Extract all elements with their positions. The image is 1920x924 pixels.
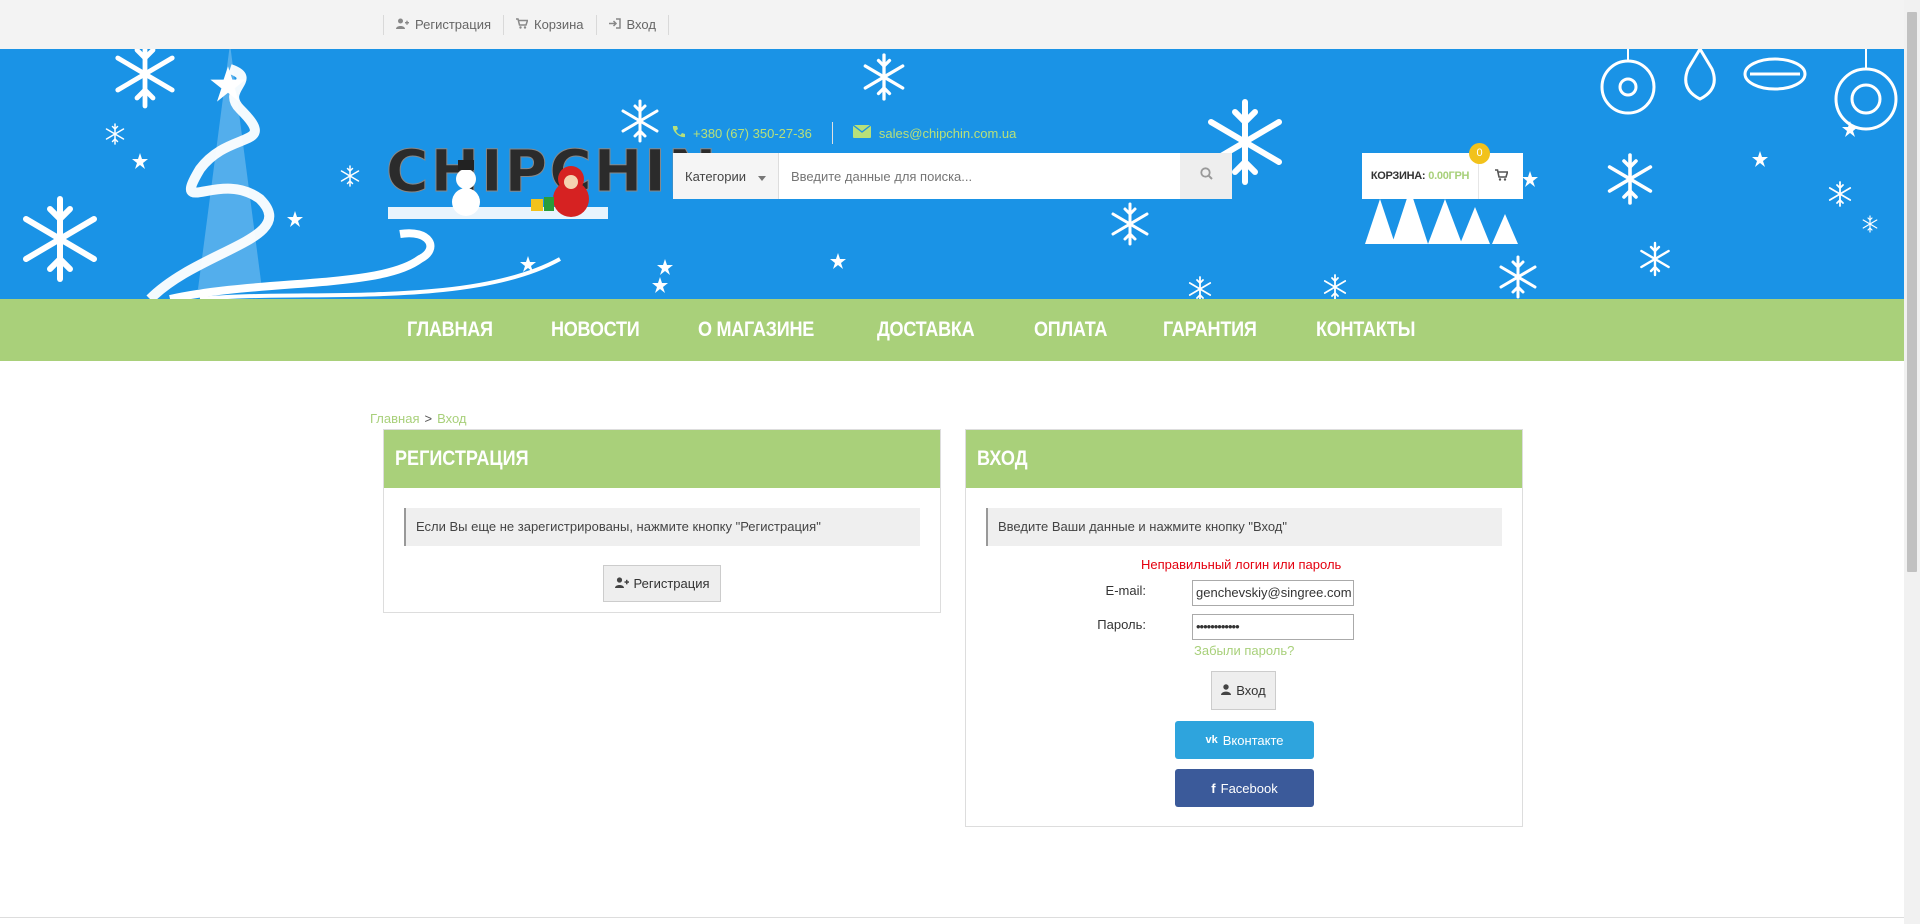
header-cart[interactable]: КОРЗИНА: 0.00ГРН 0 [1362,143,1523,199]
cart-total: 0.00ГРН [1428,170,1470,182]
search-button[interactable] [1180,153,1232,199]
user-icon [1221,683,1232,698]
user-plus-icon [614,576,629,591]
breadcrumb-separator: > [424,411,433,426]
email-label: E-mail: [1105,583,1146,598]
email-address: sales@chipchin.com.ua [878,125,1017,141]
breadcrumb: Главная > Вход [370,411,467,426]
user-plus-icon [396,15,409,35]
top-register-label: Регистрация [415,17,491,32]
login-note: Введите Ваши данные и нажмите кнопку "Вх… [986,508,1502,546]
register-panel-header: РЕГИСТРАЦИЯ [384,430,940,488]
contacts-divider [831,122,833,144]
top-login-link[interactable]: Вход [595,15,669,35]
nav-item-home[interactable]: ГЛАВНАЯ [382,299,518,361]
top-bar: Регистрация Корзина Вход [0,0,1904,49]
breadcrumb-current[interactable]: Вход [437,411,466,426]
register-note: Если Вы еще не зарегистрированы, нажмите… [404,508,920,546]
cart-label: КОРЗИНА: [1370,170,1426,182]
register-panel-title: РЕГИСТРАЦИЯ [395,447,529,470]
nav-item-payment[interactable]: ОПЛАТА [1009,299,1132,361]
main-nav: ГЛАВНАЯ НОВОСТИ О МАГАЗИНЕ ДОСТАВКА ОПЛА… [0,299,1904,361]
caret-down-icon [758,169,766,184]
vk-icon: vk [1205,734,1218,746]
site-header: CHIPCHIN +380 (67) 350-27-36 sales@chipc… [0,49,1904,299]
vk-button-label: Вконтакте [1222,732,1284,748]
nav-item-delivery[interactable]: ДОСТАВКА [852,299,999,361]
header-contacts: +380 (67) 350-27-36 sales@chipchin.com.u… [672,122,1016,144]
cart-summary: КОРЗИНА: 0.00ГРН [1362,153,1478,199]
email-field[interactable]: genchevskiy@singree.com [1192,580,1354,606]
nav-item-warranty[interactable]: ГАРАНТИЯ [1138,299,1281,361]
page-bottom-divider [0,917,1904,918]
search-input[interactable] [779,153,1180,199]
search-bar: Категории [673,153,1232,199]
category-select[interactable]: Категории [673,153,779,199]
register-panel: РЕГИСТРАЦИЯ Если Вы еще не зарегистриров… [383,429,941,613]
facebook-login-button[interactable]: f Facebook [1175,769,1314,807]
category-label: Категории [685,168,746,184]
email-contact[interactable]: sales@chipchin.com.ua [852,122,1017,144]
register-button-label: Регистрация [633,576,710,591]
nav-item-news[interactable]: НОВОСТИ [526,299,664,361]
top-login-label: Вход [626,17,656,32]
login-panel: ВХОД Введите Ваши данные и нажмите кнопк… [965,429,1523,827]
scrollbar-thumb[interactable] [1907,12,1917,572]
cart-count-badge: 0 [1469,143,1490,164]
top-links: Регистрация Корзина Вход [383,15,669,35]
logo-snowman-santa-image [388,160,608,219]
shopping-cart-icon [1494,168,1509,184]
top-cart-label: Корзина [534,17,584,32]
nav-item-about[interactable]: О МАГАЗИНЕ [673,299,839,361]
phone-contact[interactable]: +380 (67) 350-27-36 [672,122,812,144]
login-panel-header: ВХОД [966,430,1522,488]
vertical-scrollbar[interactable] [1904,0,1920,924]
sign-in-icon [608,15,621,35]
breadcrumb-home[interactable]: Главная [370,411,419,426]
phone-icon [672,125,685,141]
login-error-message: Неправильный логин или пароль [1141,557,1342,572]
top-register-link[interactable]: Регистрация [383,15,503,35]
forgot-password-link[interactable]: Забыли пароль? [1194,643,1294,658]
vk-login-button[interactable]: vk Вконтакте [1175,721,1314,759]
password-field[interactable]: •••••••••••• [1192,614,1354,640]
facebook-icon: f [1211,780,1216,796]
envelope-icon [852,124,872,141]
login-button-label: Вход [1236,683,1266,698]
main-nav-list: ГЛАВНАЯ НОВОСТИ О МАГАЗИНЕ ДОСТАВКА ОПЛА… [382,299,1450,361]
facebook-button-label: Facebook [1220,780,1278,796]
register-button[interactable]: Регистрация [603,565,721,602]
top-cart-link[interactable]: Корзина [503,15,596,35]
search-icon [1199,167,1213,185]
phone-number: +380 (67) 350-27-36 [693,125,812,141]
nav-item-contacts[interactable]: КОНТАКТЫ [1291,299,1440,361]
site-logo[interactable]: CHIPCHIN [385,127,717,223]
login-panel-title: ВХОД [977,447,1028,470]
login-button[interactable]: Вход [1211,671,1276,710]
cart-icon [516,15,529,35]
password-label: Пароль: [1097,617,1146,632]
